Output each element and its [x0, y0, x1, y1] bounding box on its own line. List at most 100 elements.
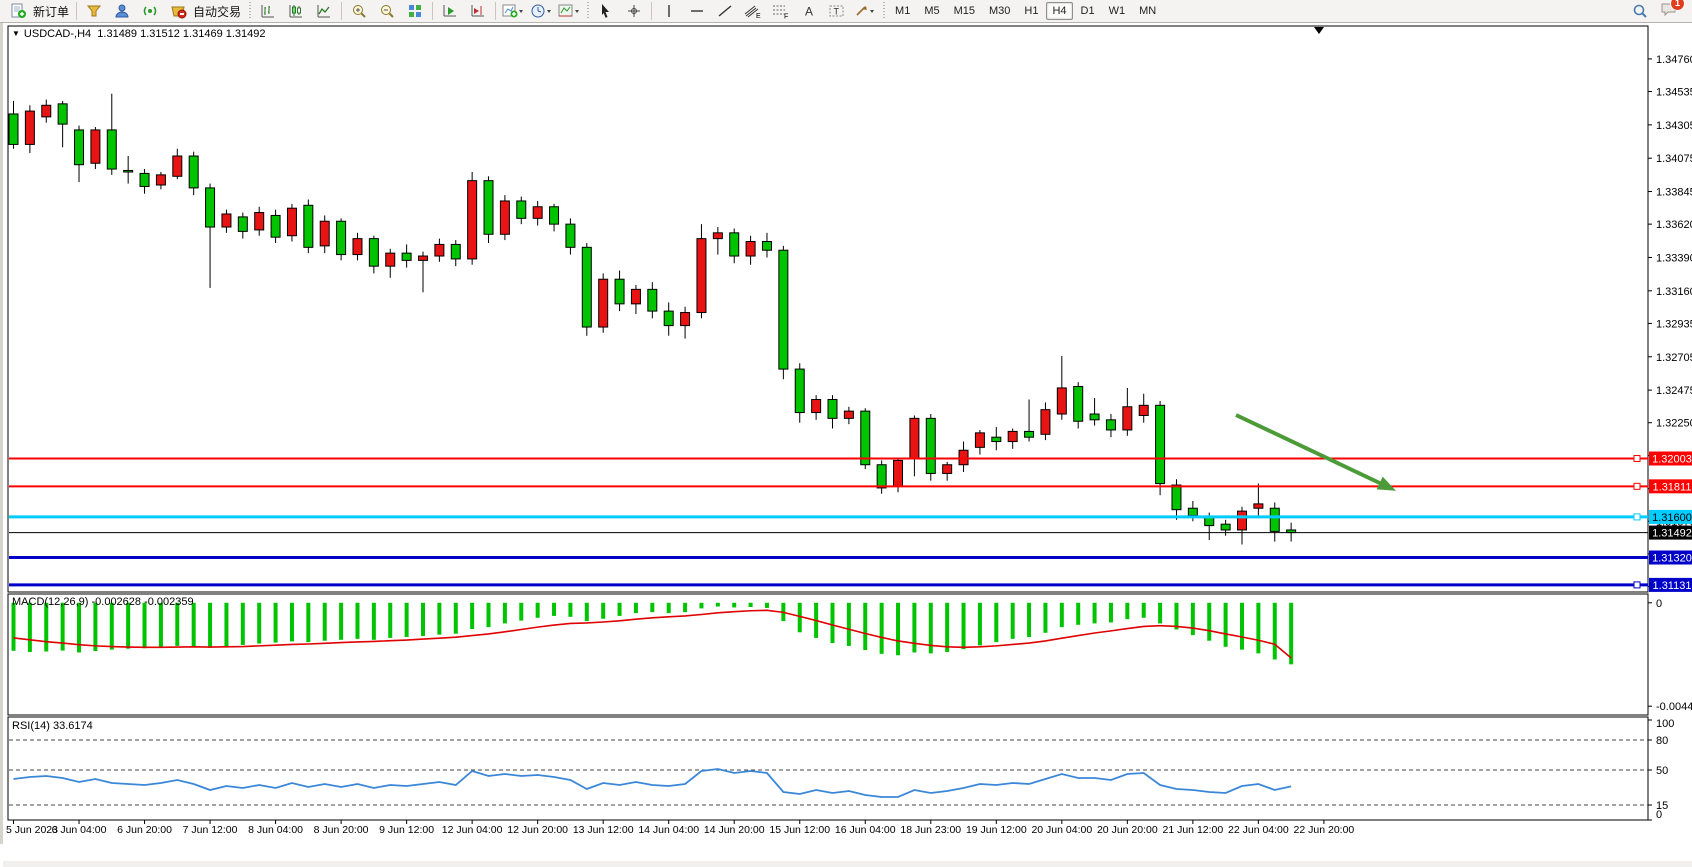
trendline-tool-button[interactable]	[711, 0, 739, 22]
svg-text:T: T	[834, 7, 840, 17]
cursor-tool-button[interactable]	[592, 0, 620, 22]
candle	[1238, 511, 1247, 530]
svg-text:1.31811: 1.31811	[1653, 481, 1692, 493]
candle	[271, 215, 280, 237]
line-handle[interactable]	[1634, 514, 1640, 520]
arrows-icon	[854, 3, 876, 19]
text-label-tool-button[interactable]: T	[823, 0, 851, 22]
candle	[926, 418, 935, 473]
candle	[206, 188, 215, 227]
line-handle[interactable]	[1634, 483, 1640, 489]
candle	[386, 253, 395, 266]
svg-text:1.32250: 1.32250	[1656, 418, 1692, 430]
search-button[interactable]	[1626, 0, 1654, 22]
time-axis-label: 22 Jun 20:00	[1294, 824, 1355, 836]
candle	[517, 201, 526, 218]
text-tool-button[interactable]: A	[795, 0, 823, 22]
svg-text:1.34535: 1.34535	[1656, 87, 1692, 99]
timeframe-button-m1[interactable]: M1	[889, 2, 916, 20]
vline-tool-button[interactable]	[655, 0, 683, 22]
timeframe-button-h4[interactable]: H4	[1046, 2, 1072, 20]
svg-text:1.32475: 1.32475	[1656, 385, 1692, 397]
chart-title: ▼USDCAD-,H4 1.31489 1.31512 1.31469 1.31…	[12, 28, 266, 40]
candlestick-icon	[288, 3, 304, 19]
hline-tool-button[interactable]	[683, 0, 711, 22]
candle	[255, 213, 264, 230]
time-axis-label: 18 Jun 23:00	[900, 824, 961, 836]
line-chart-type-button[interactable]	[310, 0, 338, 22]
timeframe-button-w1[interactable]: W1	[1103, 2, 1132, 20]
new-order-icon	[10, 3, 27, 19]
new-order-button[interactable]	[4, 0, 32, 22]
signal-button[interactable]	[136, 0, 164, 22]
new-order-label[interactable]: 新订单	[33, 3, 69, 20]
time-axis-label: 16 Jun 04:00	[835, 824, 896, 836]
zoom-in-button[interactable]	[345, 0, 373, 22]
vertical-line-icon	[662, 3, 676, 19]
candle	[664, 311, 673, 325]
candle	[1025, 431, 1034, 437]
indicators-button[interactable]	[499, 0, 527, 22]
profile-funnel-button[interactable]	[80, 0, 108, 22]
time-axis-label: 14 Jun 20:00	[704, 824, 765, 836]
candle	[762, 242, 771, 251]
community-button[interactable]	[108, 0, 136, 22]
templates-button[interactable]	[555, 0, 583, 22]
time-axis-label: 19 Jun 12:00	[966, 824, 1027, 836]
time-axis-label: 15 Jun 12:00	[769, 824, 830, 836]
fibonacci-tool-button[interactable]: F	[767, 0, 795, 22]
svg-text:E: E	[756, 13, 761, 19]
svg-text:1.33390: 1.33390	[1656, 252, 1692, 264]
candle	[631, 289, 640, 303]
timeframe-button-m5[interactable]: M5	[918, 2, 945, 20]
collapse-triangle-icon[interactable]: ▼	[12, 29, 20, 38]
timeframe-button-mn[interactable]: MN	[1133, 2, 1162, 20]
timeframe-button-h1[interactable]: H1	[1018, 2, 1044, 20]
auto-trading-button[interactable]	[164, 0, 192, 22]
arrows-tool-button[interactable]	[851, 0, 879, 22]
bar-chart-type-button[interactable]	[254, 0, 282, 22]
timeframe-button-m15[interactable]: M15	[948, 2, 981, 20]
auto-scroll-button[interactable]	[436, 0, 464, 22]
candle	[107, 130, 116, 169]
toolbar-drag-handle	[881, 2, 886, 20]
svg-text:1.33160: 1.33160	[1656, 286, 1692, 298]
auto-trading-label[interactable]: 自动交易	[193, 3, 241, 20]
candle	[75, 130, 84, 165]
candle	[992, 437, 1001, 441]
svg-text:100: 100	[1656, 718, 1674, 730]
time-axis-label: 20 Jun 04:00	[1031, 824, 1092, 836]
candle	[58, 104, 67, 124]
window-bottom-edge	[3, 861, 1692, 867]
candle	[648, 289, 657, 311]
toolbar-separator	[341, 2, 342, 20]
line-handle[interactable]	[1634, 582, 1640, 588]
candlestick-type-button[interactable]	[282, 0, 310, 22]
channel-tool-button[interactable]: E	[739, 0, 767, 22]
line-chart-icon	[316, 3, 332, 19]
candle	[566, 224, 575, 247]
candle	[877, 465, 886, 488]
main-toolbar: 新订单 自动交易	[0, 0, 1692, 23]
svg-text:1.33620: 1.33620	[1656, 219, 1692, 231]
candle	[1188, 508, 1197, 515]
toolbar-right-group: 1	[1626, 0, 1688, 22]
candle	[1139, 405, 1148, 415]
periods-button[interactable]	[527, 0, 555, 22]
line-handle[interactable]	[1634, 456, 1640, 462]
tile-windows-button[interactable]	[401, 0, 429, 22]
timeframe-button-d1[interactable]: D1	[1075, 2, 1101, 20]
candle	[484, 181, 493, 235]
chat-button[interactable]: 1	[1660, 1, 1678, 22]
zoom-out-button[interactable]	[373, 0, 401, 22]
candle	[1156, 405, 1165, 483]
candle	[320, 221, 329, 246]
candle	[894, 460, 903, 486]
crosshair-tool-button[interactable]	[620, 0, 648, 22]
svg-text:1.31131: 1.31131	[1653, 580, 1692, 592]
toolbar-separator	[76, 2, 77, 20]
timeframe-button-m30[interactable]: M30	[983, 2, 1016, 20]
candle	[337, 221, 346, 254]
chart-shift-button[interactable]	[464, 0, 492, 22]
trendline-icon	[717, 3, 733, 19]
